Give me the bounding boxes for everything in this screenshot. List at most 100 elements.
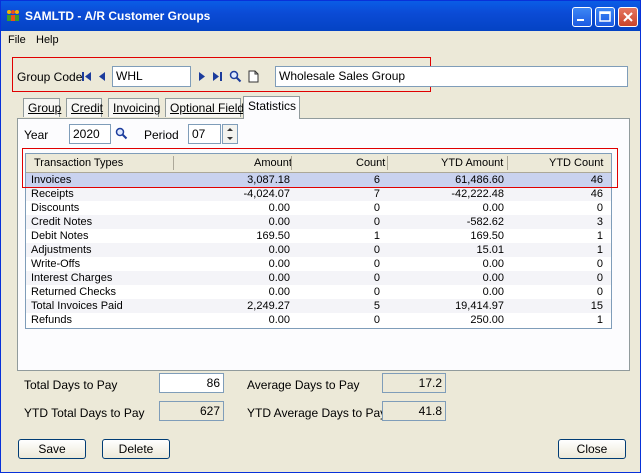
spin-up-icon[interactable] <box>226 126 234 133</box>
tab-credit[interactable]: Credit <box>66 98 103 117</box>
cell-ytd-amount: 0.00 <box>482 202 504 214</box>
new-document-icon[interactable] <box>248 70 259 83</box>
minimize-icon <box>577 19 584 21</box>
cell-transaction-type: Interest Charges <box>31 272 113 284</box>
close-button[interactable]: Close <box>558 439 626 459</box>
table-row[interactable]: Total Invoices Paid 2,249.27 5 19,414.97 15 <box>26 299 611 313</box>
ytd-total-days-value: 627 <box>159 401 224 421</box>
table-row[interactable]: Credit Notes 0.00 0 -582.62 3 <box>26 215 611 229</box>
average-days-value: 17.2 <box>382 373 446 393</box>
tab-group[interactable]: Group <box>23 98 61 117</box>
table-row[interactable]: Adjustments 0.00 0 15.01 1 <box>26 243 611 257</box>
cell-count: 0 <box>373 216 380 228</box>
cell-amount: 0.00 <box>268 314 290 326</box>
cell-ytd-amount: 19,414.97 <box>455 300 504 312</box>
average-days-label: Average Days to Pay <box>247 378 360 392</box>
cell-ytd-count: 1 <box>596 314 603 326</box>
menu-bar: File Help <box>1 31 640 49</box>
cell-ytd-count: 46 <box>590 188 603 200</box>
cell-ytd-count: 0 <box>596 286 603 298</box>
year-input[interactable]: 2020 <box>69 124 111 144</box>
cell-ytd-count: 0 <box>596 272 603 284</box>
cell-ytd-amount: 0.00 <box>482 272 504 284</box>
tab-statistics[interactable]: Statistics <box>243 96 300 119</box>
cell-count: 0 <box>373 202 380 214</box>
last-record-icon[interactable] <box>211 71 223 82</box>
table-row[interactable]: Returned Checks 0.00 0 0.00 0 <box>26 285 611 299</box>
period-spinner[interactable] <box>222 124 238 144</box>
cell-amount: 2,249.27 <box>247 300 290 312</box>
cell-transaction-type: Adjustments <box>31 244 92 256</box>
cell-ytd-count: 1 <box>596 230 603 242</box>
title-bar: SAMLTD - A/R Customer Groups <box>1 1 640 31</box>
cell-count: 7 <box>373 188 380 200</box>
cell-count: 5 <box>373 300 380 312</box>
cell-ytd-count: 15 <box>590 300 603 312</box>
menu-file[interactable]: File <box>8 34 26 46</box>
cell-ytd-count: 0 <box>596 258 603 270</box>
cell-amount: 0.00 <box>268 258 290 270</box>
cell-amount: 0.00 <box>268 244 290 256</box>
table-row[interactable]: Receipts -4,024.07 7 -42,222.48 46 <box>26 187 611 201</box>
first-record-icon[interactable] <box>81 71 93 82</box>
cell-ytd-amount: 0.00 <box>482 258 504 270</box>
table-row[interactable]: Debit Notes 169.50 1 169.50 1 <box>26 229 611 243</box>
minimize-button[interactable] <box>572 7 592 27</box>
group-code-input[interactable]: WHL <box>112 66 191 87</box>
cell-amount: 0.00 <box>268 286 290 298</box>
total-days-input[interactable]: 86 <box>159 373 224 393</box>
cell-transaction-type: Write-Offs <box>31 258 81 270</box>
cell-amount: 0.00 <box>268 216 290 228</box>
period-label: Period <box>144 128 179 142</box>
tab-invoicing[interactable]: Invoicing <box>108 98 160 117</box>
cell-count: 1 <box>373 230 380 242</box>
cell-transaction-type: Credit Notes <box>31 216 93 228</box>
cell-amount: 169.50 <box>256 230 290 242</box>
cell-count: 0 <box>373 258 380 270</box>
cell-ytd-amount: 250.00 <box>470 314 504 326</box>
ytd-total-days-label: YTD Total Days to Pay <box>24 406 145 420</box>
cell-ytd-count: 3 <box>596 216 603 228</box>
close-icon <box>623 12 633 22</box>
group-description-input[interactable]: Wholesale Sales Group <box>275 66 628 87</box>
tab-optional-fields[interactable]: Optional Fields <box>165 98 250 117</box>
table-row[interactable]: Discounts 0.00 0 0.00 0 <box>26 201 611 215</box>
ytd-average-days-label: YTD Average Days to Pay <box>247 406 387 420</box>
search-icon[interactable] <box>229 70 242 83</box>
cell-amount: -4,024.07 <box>243 188 290 200</box>
table-row[interactable]: Refunds 0.00 0 250.00 1 <box>26 313 611 327</box>
cell-transaction-type: Debit Notes <box>31 230 89 242</box>
spin-down-icon[interactable] <box>226 135 234 142</box>
previous-record-icon[interactable] <box>97 71 107 82</box>
period-input[interactable]: 07 <box>188 124 221 144</box>
cell-transaction-type: Total Invoices Paid <box>31 300 123 312</box>
cell-transaction-type: Receipts <box>31 188 74 200</box>
cell-ytd-amount: 169.50 <box>470 230 504 242</box>
next-record-icon[interactable] <box>197 71 207 82</box>
cell-count: 0 <box>373 244 380 256</box>
cell-amount: 0.00 <box>268 272 290 284</box>
table-row[interactable]: Interest Charges 0.00 0 0.00 0 <box>26 271 611 285</box>
year-label: Year <box>24 128 49 142</box>
cell-transaction-type: Returned Checks <box>31 286 116 298</box>
cell-amount: 0.00 <box>268 202 290 214</box>
cell-ytd-amount: 15.01 <box>476 244 504 256</box>
save-button[interactable]: Save <box>18 439 86 459</box>
cell-transaction-type: Discounts <box>31 202 80 214</box>
ytd-average-days-value: 41.8 <box>382 401 446 421</box>
total-days-label: Total Days to Pay <box>24 378 118 392</box>
cell-count: 0 <box>373 272 380 284</box>
year-search-icon[interactable] <box>115 127 128 140</box>
cell-ytd-amount: -42,222.48 <box>451 188 504 200</box>
cell-ytd-amount: -582.62 <box>466 216 504 228</box>
window-title: SAMLTD - A/R Customer Groups <box>25 9 211 23</box>
maximize-button[interactable] <box>595 7 615 27</box>
maximize-icon <box>599 11 611 22</box>
menu-help[interactable]: Help <box>36 34 59 46</box>
cell-ytd-amount: 0.00 <box>482 286 504 298</box>
invoices-row-highlight <box>22 148 618 188</box>
delete-button[interactable]: Delete <box>102 439 170 459</box>
main-window: SAMLTD - A/R Customer Groups File Help G… <box>0 0 641 473</box>
close-window-button[interactable] <box>618 7 638 27</box>
table-row[interactable]: Write-Offs 0.00 0 0.00 0 <box>26 257 611 271</box>
